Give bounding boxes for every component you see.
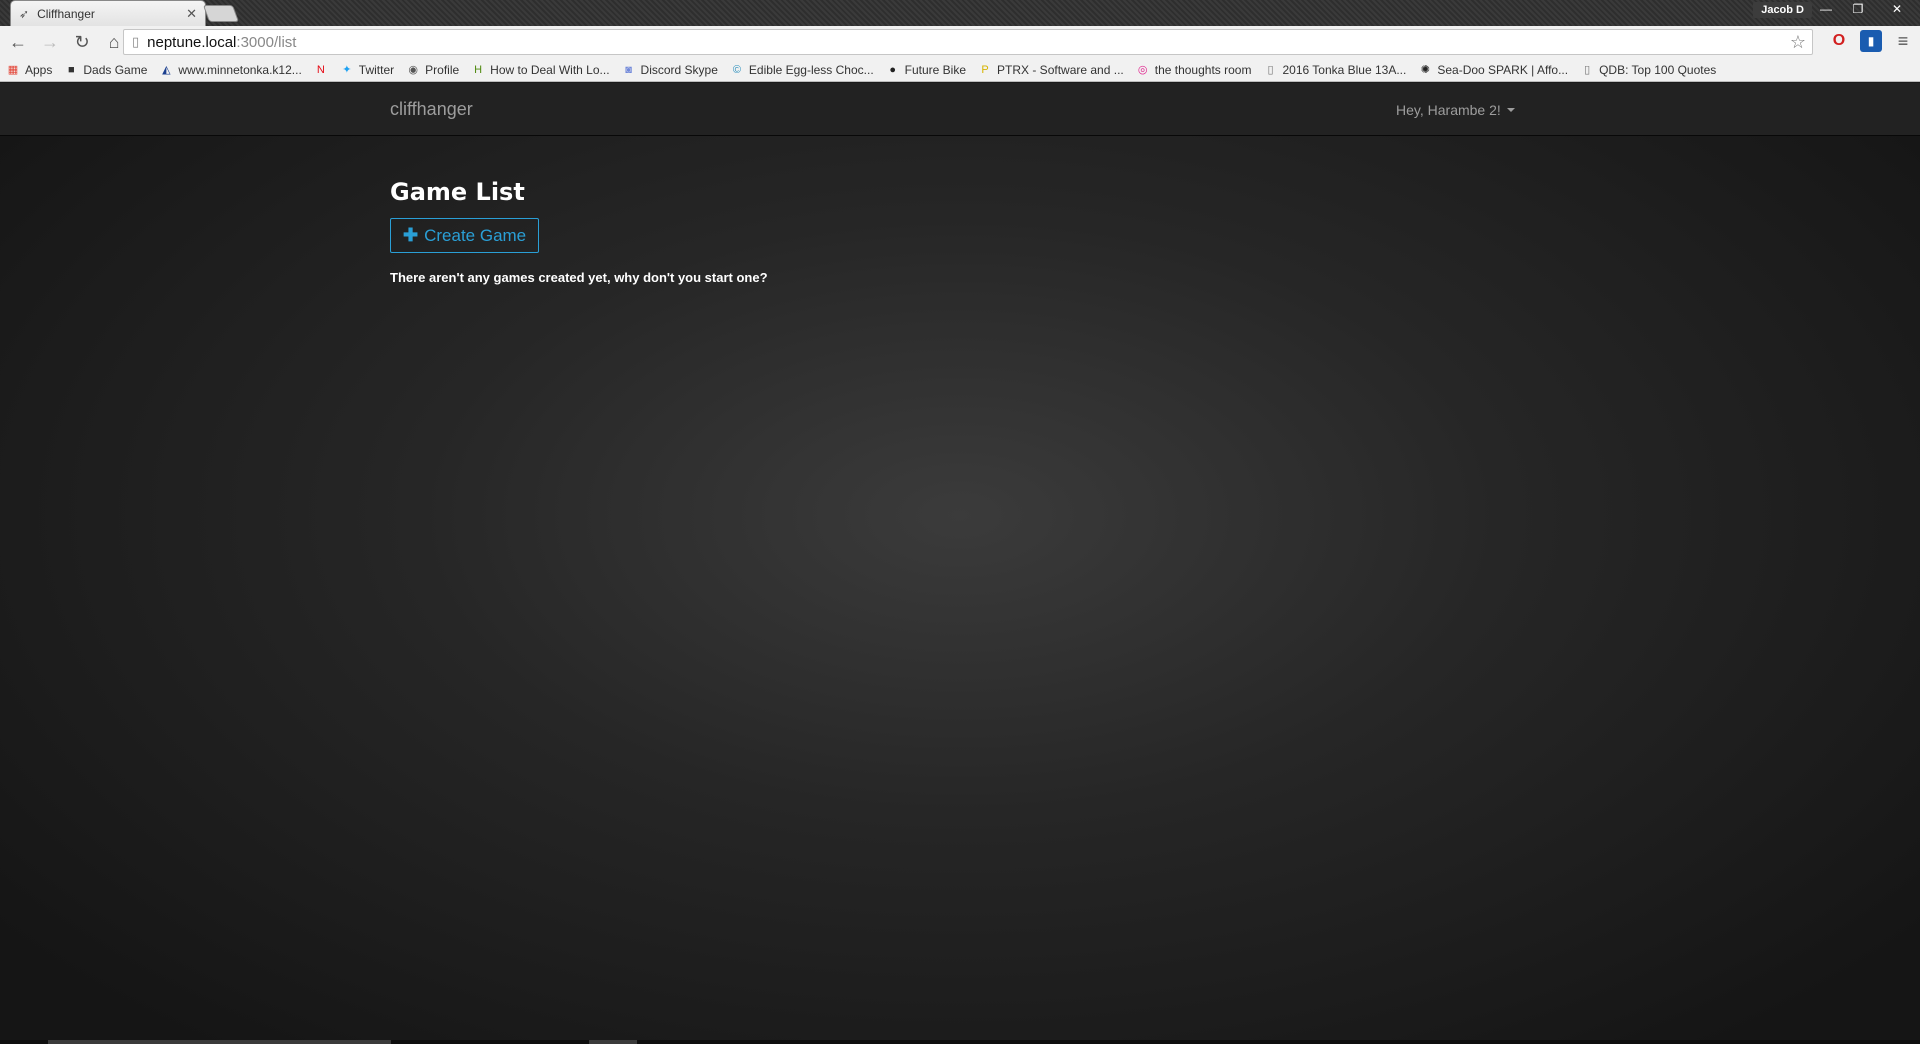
url-host: neptune.local (147, 33, 237, 51)
page-icon: ▯ (1584, 64, 1591, 76)
status-segment (589, 1040, 637, 1044)
bookmark-label: QDB: Top 100 Quotes (1599, 62, 1717, 77)
status-segment (48, 1040, 391, 1044)
bookmark-label: Sea-Doo SPARK | Affo... (1437, 62, 1569, 77)
bookmark-label: Discord Skype (640, 62, 718, 77)
minnetonka-icon: ◭ (162, 64, 171, 76)
app-navbar: cliffhanger Hey, Harambe 2! (0, 83, 1920, 136)
url-path: :3000/list (236, 33, 297, 51)
create-game-button[interactable]: ✚ Create Game (390, 218, 540, 253)
bookmark-label: Profile (425, 62, 460, 77)
bookmark-label: the thoughts room (1154, 62, 1252, 77)
bookmark-item[interactable]: ● Future Bike (886, 63, 966, 77)
page-icon: ▯ (1267, 64, 1274, 76)
ptrx-icon: P (981, 63, 989, 76)
bookmark-item[interactable]: ✦ Twitter (340, 63, 394, 77)
address-bar[interactable]: ▯ neptune.local:3000/list ☆ (123, 29, 1813, 55)
netflix-icon: N (316, 63, 325, 76)
close-tab-icon[interactable]: ✕ (186, 6, 197, 22)
bike-icon: ● (889, 63, 896, 76)
user-menu-dropdown[interactable]: Hey, Harambe 2! (1396, 102, 1515, 118)
opera-extension-icon[interactable]: O (1828, 30, 1850, 52)
reader-extension-icon[interactable]: ▮ (1860, 30, 1882, 52)
chrome-menu-icon[interactable]: ≡ (1892, 30, 1914, 52)
tab-strip: ➶ Cliffhanger ✕ Jacob D — ❐ ✕ (0, 0, 1920, 26)
window-controls: — ❐ ✕ (1810, 0, 1920, 18)
rocket-icon: ➶ (19, 6, 30, 21)
bookmark-item[interactable]: ▯ 2016 Tonka Blue 13A... (1263, 63, 1406, 77)
bookmark-item[interactable]: ✺ Sea-Doo SPARK | Affo... (1418, 63, 1568, 77)
forward-icon[interactable]: → (38, 30, 62, 54)
bookmark-star-icon[interactable]: ☆ (1790, 32, 1806, 53)
twitter-icon: ✦ (342, 64, 352, 76)
caret-down-icon (1506, 108, 1515, 112)
brand-link[interactable]: cliffhanger (390, 99, 473, 120)
bookmark-item[interactable]: ▯ QDB: Top 100 Quotes (1580, 63, 1716, 77)
bookmark-item[interactable]: ■ Dads Game (64, 63, 147, 77)
bookmark-label: Apps (25, 62, 53, 77)
bookmark-label: www.minnetonka.k12... (178, 62, 302, 77)
minimize-icon[interactable]: — (1810, 0, 1842, 18)
empty-state-message: There aren't any games created yet, why … (390, 270, 768, 285)
bookmark-item[interactable]: P PTRX - Software and ... (978, 62, 1124, 77)
create-game-label: Create Game (424, 225, 527, 245)
thoughts-room-icon: ◎ (1137, 64, 1148, 76)
close-window-icon[interactable]: ✕ (1874, 0, 1920, 18)
bookmark-label: Twitter (358, 62, 395, 77)
browser-tab[interactable]: ➶ Cliffhanger ✕ (10, 0, 206, 26)
bookmark-item[interactable]: H How to Deal With Lo... (471, 63, 609, 77)
recipe-icon: © (732, 63, 741, 76)
bookmark-item[interactable]: ◉ Profile (406, 63, 459, 77)
bookmark-item[interactable]: ▦ Apps (6, 62, 53, 77)
tab-title: Cliffhanger (37, 6, 95, 21)
apps-grid-icon: ▦ (7, 64, 19, 76)
new-tab-button[interactable] (202, 5, 240, 22)
bookmarks-bar: ▦ Apps ■ Dads Game ◭ www.minnetonka.k12... N ✦ T… (0, 58, 1920, 82)
status-bar (0, 1040, 1920, 1044)
wikihow-icon: H (474, 63, 483, 76)
reload-icon[interactable]: ↻ (70, 30, 94, 54)
bookmark-item[interactable]: © Edible Egg-less Choc... (730, 63, 874, 77)
bookmark-item[interactable]: ◙ Discord Skype (622, 63, 718, 77)
page-viewport: cliffhanger Hey, Harambe 2! Game List ✚ … (0, 83, 1920, 1044)
bookmark-item[interactable]: N (314, 63, 328, 77)
profile-button[interactable]: Jacob D (1753, 2, 1812, 18)
restore-icon[interactable]: ❐ (1842, 0, 1874, 18)
bookmark-item[interactable]: ◭ www.minnetonka.k12... (159, 62, 302, 77)
discord-icon: ◙ (625, 63, 632, 76)
bookmark-label: Edible Egg-less Choc... (748, 62, 874, 77)
user-greeting: Hey, Harambe 2! (1396, 102, 1501, 118)
bookmark-item[interactable]: ◎ the thoughts room (1136, 63, 1252, 77)
seadoo-icon: ✺ (1420, 64, 1430, 76)
profile-icon: ◉ (408, 64, 418, 76)
browser-toolbar: ← → ↻ ⌂ ▯ neptune.local:3000/list ☆ (0, 26, 1920, 58)
page-icon: ▯ (132, 34, 140, 49)
bookmark-label: 2016 Tonka Blue 13A... (1282, 62, 1407, 77)
plus-icon: ✚ (403, 225, 419, 245)
dads-game-icon: ■ (68, 63, 75, 76)
bookmark-label: Future Bike (904, 62, 967, 77)
bookmark-label: Dads Game (83, 62, 148, 77)
bookmark-label: PTRX - Software and ... (997, 62, 1124, 77)
bookmark-label: How to Deal With Lo... (490, 62, 610, 77)
back-icon[interactable]: ← (6, 30, 30, 54)
page-title: Game List (390, 178, 525, 206)
